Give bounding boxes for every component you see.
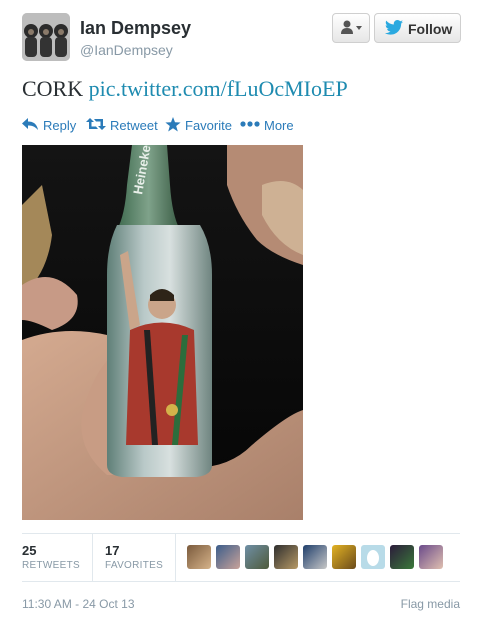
avatar[interactable]: [361, 545, 385, 569]
stats-divider: [175, 534, 176, 581]
avatar[interactable]: [303, 545, 327, 569]
retweet-icon: [86, 118, 106, 130]
user-actions-button[interactable]: [332, 13, 370, 43]
retweet-label: Retweet: [110, 118, 158, 133]
more-label: More: [264, 118, 294, 133]
favorite-button[interactable]: Favorite: [165, 116, 232, 134]
dots-icon: [240, 121, 260, 127]
egg-icon: [367, 550, 379, 566]
stats-divider: [92, 534, 93, 581]
avatar[interactable]: [22, 13, 70, 61]
favorites-label: FAVORITES: [105, 560, 164, 571]
retweets-stat[interactable]: 25 RETWEETS: [22, 534, 92, 581]
star-icon: [165, 117, 181, 132]
retweets-count: 25: [22, 543, 37, 558]
avatar[interactable]: [245, 545, 269, 569]
retweets-label: RETWEETS: [22, 560, 80, 571]
follow-label: Follow: [408, 21, 453, 37]
avatar[interactable]: [216, 545, 240, 569]
favorites-count: 17: [105, 543, 120, 558]
more-button[interactable]: More: [240, 116, 296, 134]
avatar[interactable]: [332, 545, 356, 569]
flag-media-link[interactable]: Flag media: [401, 597, 460, 611]
tweet-media-link[interactable]: pic.twitter.com/fLuOcMIoEP: [89, 76, 348, 101]
avatar[interactable]: [187, 545, 211, 569]
person-dropdown-icon: [341, 20, 362, 34]
tweet-stats: 25 RETWEETS 17 FAVORITES: [22, 533, 460, 582]
favorites-stat[interactable]: 17 FAVORITES: [105, 534, 175, 581]
favorite-label: Favorite: [185, 118, 232, 133]
reply-arrow-icon: [22, 118, 38, 130]
follow-button[interactable]: Follow: [374, 13, 461, 43]
tweet-header: Ian Dempsey @IanDempsey Follow: [22, 13, 462, 63]
tweet-body: CORK: [22, 76, 84, 101]
reply-label: Reply: [43, 118, 77, 133]
user-handle[interactable]: @IanDempsey: [80, 42, 173, 58]
avatar[interactable]: [390, 545, 414, 569]
tweet-text: CORK pic.twitter.com/fLuOcMIoEP: [22, 76, 348, 102]
avatar[interactable]: [419, 545, 443, 569]
tweet-photo[interactable]: Heineken: [22, 145, 303, 520]
avatar[interactable]: [274, 545, 298, 569]
retweet-button[interactable]: Retweet: [86, 116, 158, 134]
bird-icon: [385, 20, 403, 35]
tweet-timestamp[interactable]: 11:30 AM - 24 Oct 13: [22, 597, 135, 611]
reply-button[interactable]: Reply: [22, 116, 77, 134]
user-name[interactable]: Ian Dempsey: [80, 18, 191, 39]
